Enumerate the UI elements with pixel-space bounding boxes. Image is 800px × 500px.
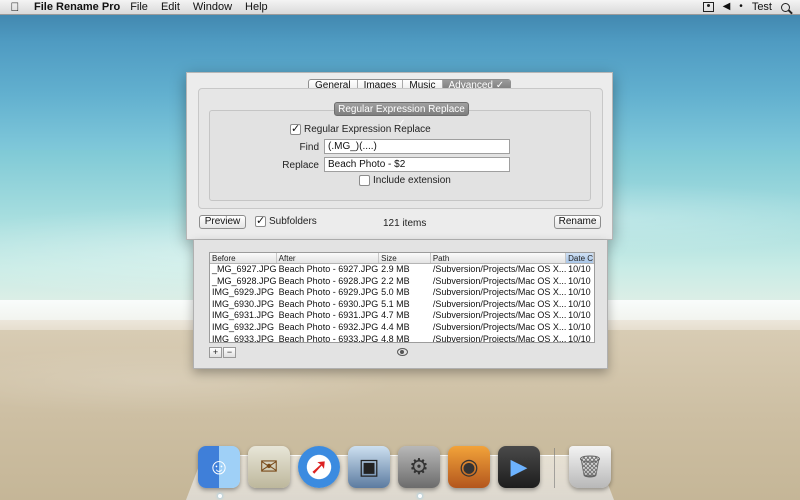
volume-icon[interactable]: ◀ [723,2,731,12]
apple-menu-icon[interactable]:  [4,0,26,14]
user-menu[interactable]: Test [752,1,772,13]
add-file-button[interactable]: + [209,347,222,358]
mail-icon[interactable]: ✉ [248,446,290,488]
rename-button[interactable]: Rename [554,215,601,229]
menu-edit[interactable]: Edit [161,1,180,13]
cell-path: /Subversion/Projects/Mac OS X... [432,264,567,274]
cell-before: IMG_6933.JPG [212,333,275,343]
quick-look-eye-icon[interactable] [397,348,408,356]
replace-label: Replace [282,160,319,171]
cell-before: IMG_6930.JPG [212,298,275,309]
cell-date: 10/10 [568,287,591,298]
cell-path: /Subversion/Projects/Mac OS X... [432,310,567,321]
table-row[interactable]: _MG_6928.JPG Beach Photo - 6928.JPG 2.2 MB… [210,276,594,288]
cell-date: 10/10 [568,333,591,343]
table-header: Before After Size Path Date C [210,253,594,264]
iphoto-icon[interactable]: ▣ [348,446,390,488]
regex-checkbox-label: Regular Expression Replace [304,124,431,135]
table-row[interactable]: IMG_6930.JPG Beach Photo - 6930.JPG 5.1 MB… [210,299,594,311]
trash-icon[interactable]: 🗑 [569,446,611,488]
column-path[interactable]: Path [431,253,567,263]
dock: ☺ ✉ ➚ ▣ ⚙ ◉ ▶ 🗑 [198,438,611,488]
column-before[interactable]: Before [210,253,277,263]
cell-path: /Subversion/Projects/Mac OS X... [432,298,567,309]
cell-after: Beach Photo - 6931.JPG [278,310,379,321]
cell-size: 2.2 MB [381,275,410,286]
table-row[interactable]: IMG_6933.JPG Beach Photo - 6933.JPG 4.8 MB… [210,333,594,343]
app-menu[interactable]: File Rename Pro [34,1,120,13]
column-date-created[interactable]: Date C [566,253,594,263]
regex-checkbox[interactable] [290,122,301,135]
regex-section-popup[interactable]: Regular Expression Replace ✓ [334,102,469,129]
menu-file[interactable]: File [130,1,148,13]
include-extension-checkbox[interactable] [359,175,370,186]
preview-button[interactable]: Preview [199,215,246,229]
cell-before: _MG_6928.JPG [212,275,277,286]
cell-before: IMG_6932.JPG [212,321,275,332]
find-field[interactable] [324,139,510,154]
system-preferences-icon[interactable]: ⚙ [398,446,440,488]
table-body: _MG_6927.JPG Beach Photo - 6927.JPG 2.9 MB… [210,264,594,343]
cell-after: Beach Photo - 6929.JPG [278,287,379,298]
subfolders-checkbox[interactable] [255,214,266,227]
safari-icon[interactable]: ➚ [298,446,340,488]
cell-date: 10/10 [568,275,591,286]
finder-running-indicator [218,494,222,498]
cell-before: IMG_6931.JPG [212,310,275,321]
regex-option-row: Regular Expression Replace [290,122,431,135]
cell-before: _MG_6927.JPG [212,264,277,274]
cell-after: Beach Photo - 6932.JPG [278,321,379,332]
cell-size: 4.4 MB [381,321,410,332]
cell-size: 5.0 MB [381,287,410,298]
cell-after: Beach Photo - 6933.JPG [278,333,379,343]
cell-before: IMG_6929.JPG [212,287,275,298]
remove-file-button[interactable]: − [223,347,236,358]
cell-size: 4.8 MB [381,333,410,343]
cell-path: /Subversion/Projects/Mac OS X... [432,287,567,298]
cell-size: 5.1 MB [381,298,410,309]
menu-window[interactable]: Window [193,1,232,13]
finder-icon[interactable]: ☺ [198,446,240,488]
subfolders-row: Subfolders [255,214,317,227]
menu-extras: ◀ • Test [702,1,790,13]
cell-after: Beach Photo - 6928.JPG [278,275,379,286]
table-row[interactable]: _MG_6927.JPG Beach Photo - 6927.JPG 2.9 MB… [210,264,594,276]
file-list-drawer: Before After Size Path Date C _MG_6927.J… [193,240,608,369]
photo-booth-icon[interactable]: ◉ [448,446,490,488]
column-after[interactable]: After [277,253,380,263]
include-extension-label: Include extension [373,175,451,186]
cell-date: 10/10 [568,321,591,332]
subfolders-label: Subfolders [269,216,317,227]
replace-field[interactable] [324,157,510,172]
cell-size: 2.9 MB [381,264,410,274]
table-row[interactable]: IMG_6932.JPG Beach Photo - 6932.JPG 4.4 MB… [210,322,594,334]
file-rename-window: General Images Music Advanced ✓ Regular … [186,72,613,240]
cell-date: 10/10 [568,310,591,321]
table-row[interactable]: IMG_6929.JPG Beach Photo - 6929.JPG 5.0 MB… [210,287,594,299]
spotlight-search-icon[interactable] [781,2,790,12]
facetime-icon[interactable]: ▶ [498,446,540,488]
cell-after: Beach Photo - 6930.JPG [278,298,379,309]
dock-separator [554,448,555,488]
cell-path: /Subversion/Projects/Mac OS X... [432,321,567,332]
cell-date: 10/10 [568,298,591,309]
menu-help[interactable]: Help [245,1,268,13]
find-label: Find [299,142,319,153]
cell-size: 4.7 MB [381,310,410,321]
cell-after: Beach Photo - 6927.JPG [278,264,379,274]
table-row[interactable]: IMG_6931.JPG Beach Photo - 6931.JPG 4.7 MB… [210,310,594,322]
volume-level-icon[interactable]: • [739,2,743,12]
include-extension-row: Include extension [359,175,451,186]
cell-date: 10/10 [568,264,591,274]
file-table[interactable]: Before After Size Path Date C _MG_6927.J… [209,252,595,343]
items-count: 121 items [383,218,427,229]
screen-status-icon[interactable] [702,2,714,12]
menu-bar:  File Rename Pro File Edit Window Help … [0,0,800,15]
cell-path: /Subversion/Projects/Mac OS X... [432,275,567,286]
cell-path: /Subversion/Projects/Mac OS X... [432,333,567,343]
sysprefs-running-indicator [418,494,422,498]
column-size[interactable]: Size [379,253,431,263]
